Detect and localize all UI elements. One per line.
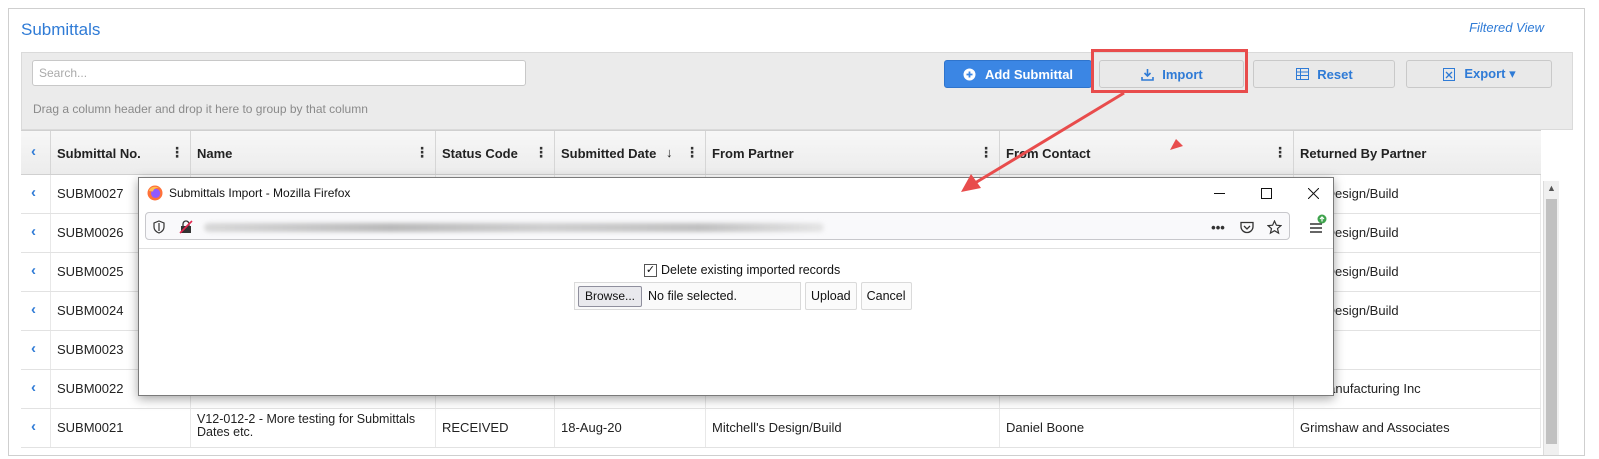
annotation-marker xyxy=(1170,139,1183,150)
annotation-arrows xyxy=(961,91,1183,192)
annotation-arrow-line xyxy=(974,91,1125,185)
annotation-arrowhead xyxy=(961,174,981,192)
